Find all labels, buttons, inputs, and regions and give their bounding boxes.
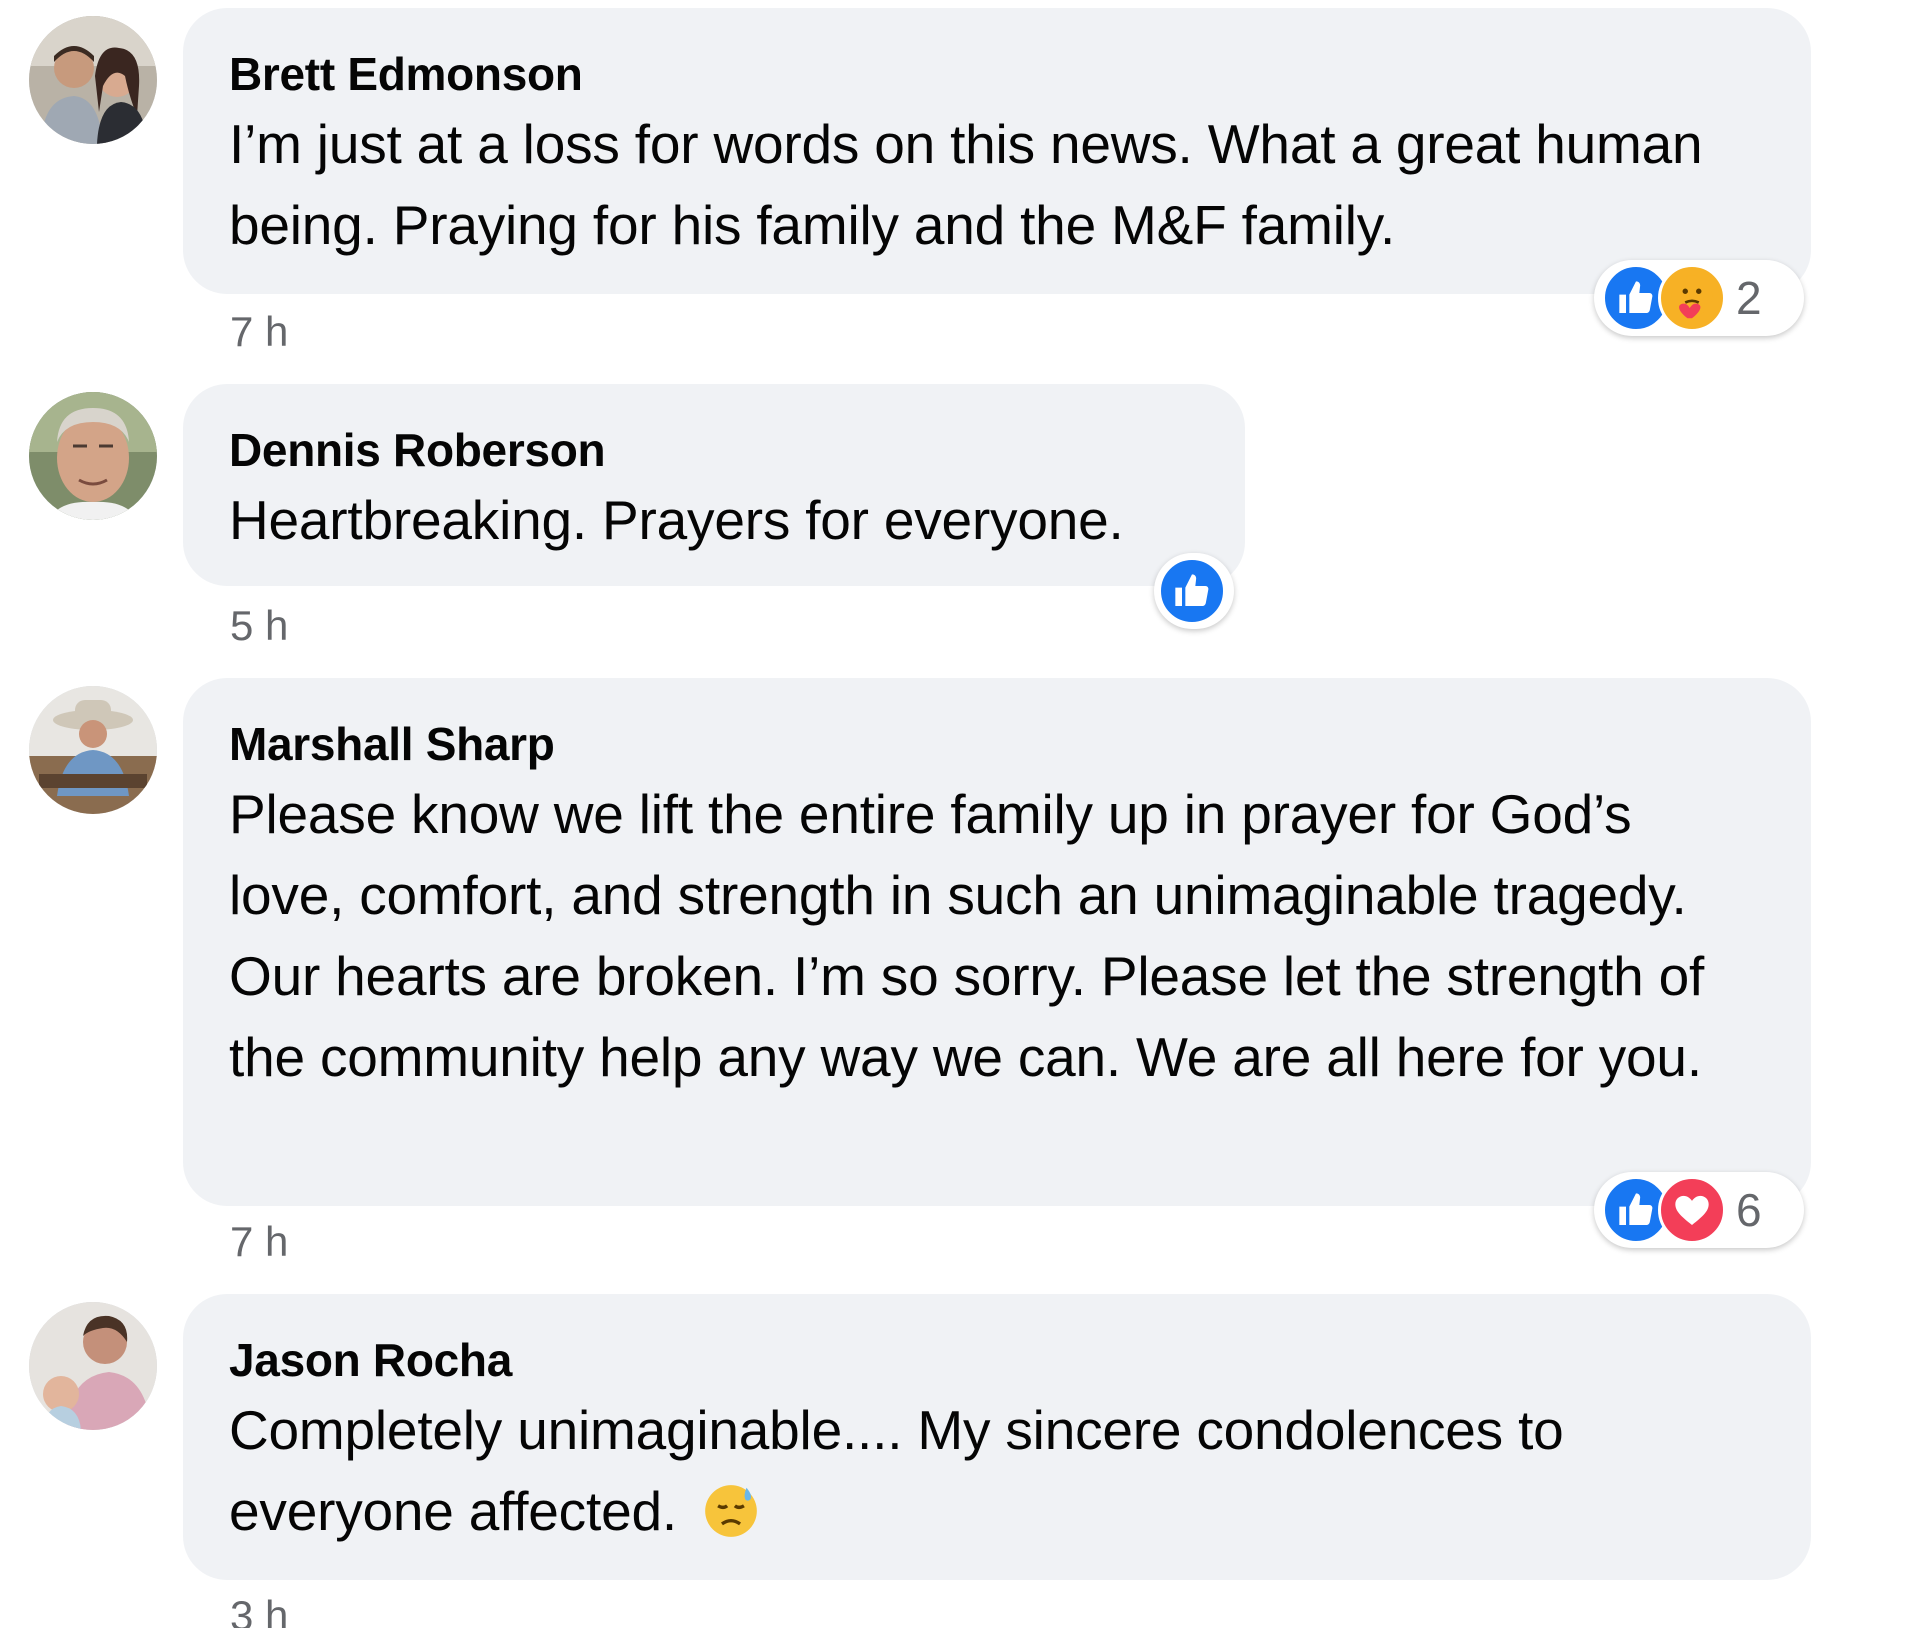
comment-list: Brett Edmonson I’m just at a loss for wo…: [0, 0, 1920, 1628]
comment-timestamp[interactable]: 7 h: [230, 1218, 288, 1266]
like-icon: [1158, 557, 1226, 625]
comment-author[interactable]: Dennis Roberson: [229, 422, 1199, 478]
reaction-count: 2: [1736, 272, 1762, 324]
comment-bubble: Marshall Sharp Please know we lift the e…: [183, 678, 1811, 1206]
care-icon: [1658, 264, 1726, 332]
love-icon: [1658, 1176, 1726, 1244]
comment-timestamp[interactable]: 3 h: [230, 1592, 288, 1628]
reaction-summary[interactable]: 2: [1594, 260, 1804, 336]
comment-author[interactable]: Marshall Sharp: [229, 716, 1765, 772]
comment-text: Heartbreaking. Prayers for everyone.: [229, 489, 1124, 551]
sad-sweat-emoji-icon: [700, 1480, 762, 1542]
reaction-count: 6: [1736, 1184, 1762, 1236]
avatar[interactable]: [29, 1302, 157, 1430]
comment-text-content: Completely unimaginable.... My sincere c…: [229, 1399, 1564, 1542]
comment-text: Completely unimaginable.... My sincere c…: [229, 1390, 1765, 1552]
comment-timestamp[interactable]: 5 h: [230, 602, 288, 650]
comment-bubble: Brett Edmonson I’m just at a loss for wo…: [183, 8, 1811, 294]
comment-author[interactable]: Jason Rocha: [229, 1332, 1765, 1388]
comment-text: I’m just at a loss for words on this new…: [229, 113, 1703, 256]
reaction-summary[interactable]: [1154, 553, 1234, 629]
comment-bubble: Dennis Roberson Heartbreaking. Prayers f…: [183, 384, 1245, 586]
comment-text: Please know we lift the entire family up…: [229, 783, 1705, 1088]
comment-bubble: Jason Rocha Completely unimaginable.... …: [183, 1294, 1811, 1580]
comment-author[interactable]: Brett Edmonson: [229, 46, 1765, 102]
comment-timestamp[interactable]: 7 h: [230, 308, 288, 356]
avatar[interactable]: [29, 16, 157, 144]
reaction-summary[interactable]: 6: [1594, 1172, 1804, 1248]
avatar[interactable]: [29, 686, 157, 814]
avatar[interactable]: [29, 392, 157, 520]
